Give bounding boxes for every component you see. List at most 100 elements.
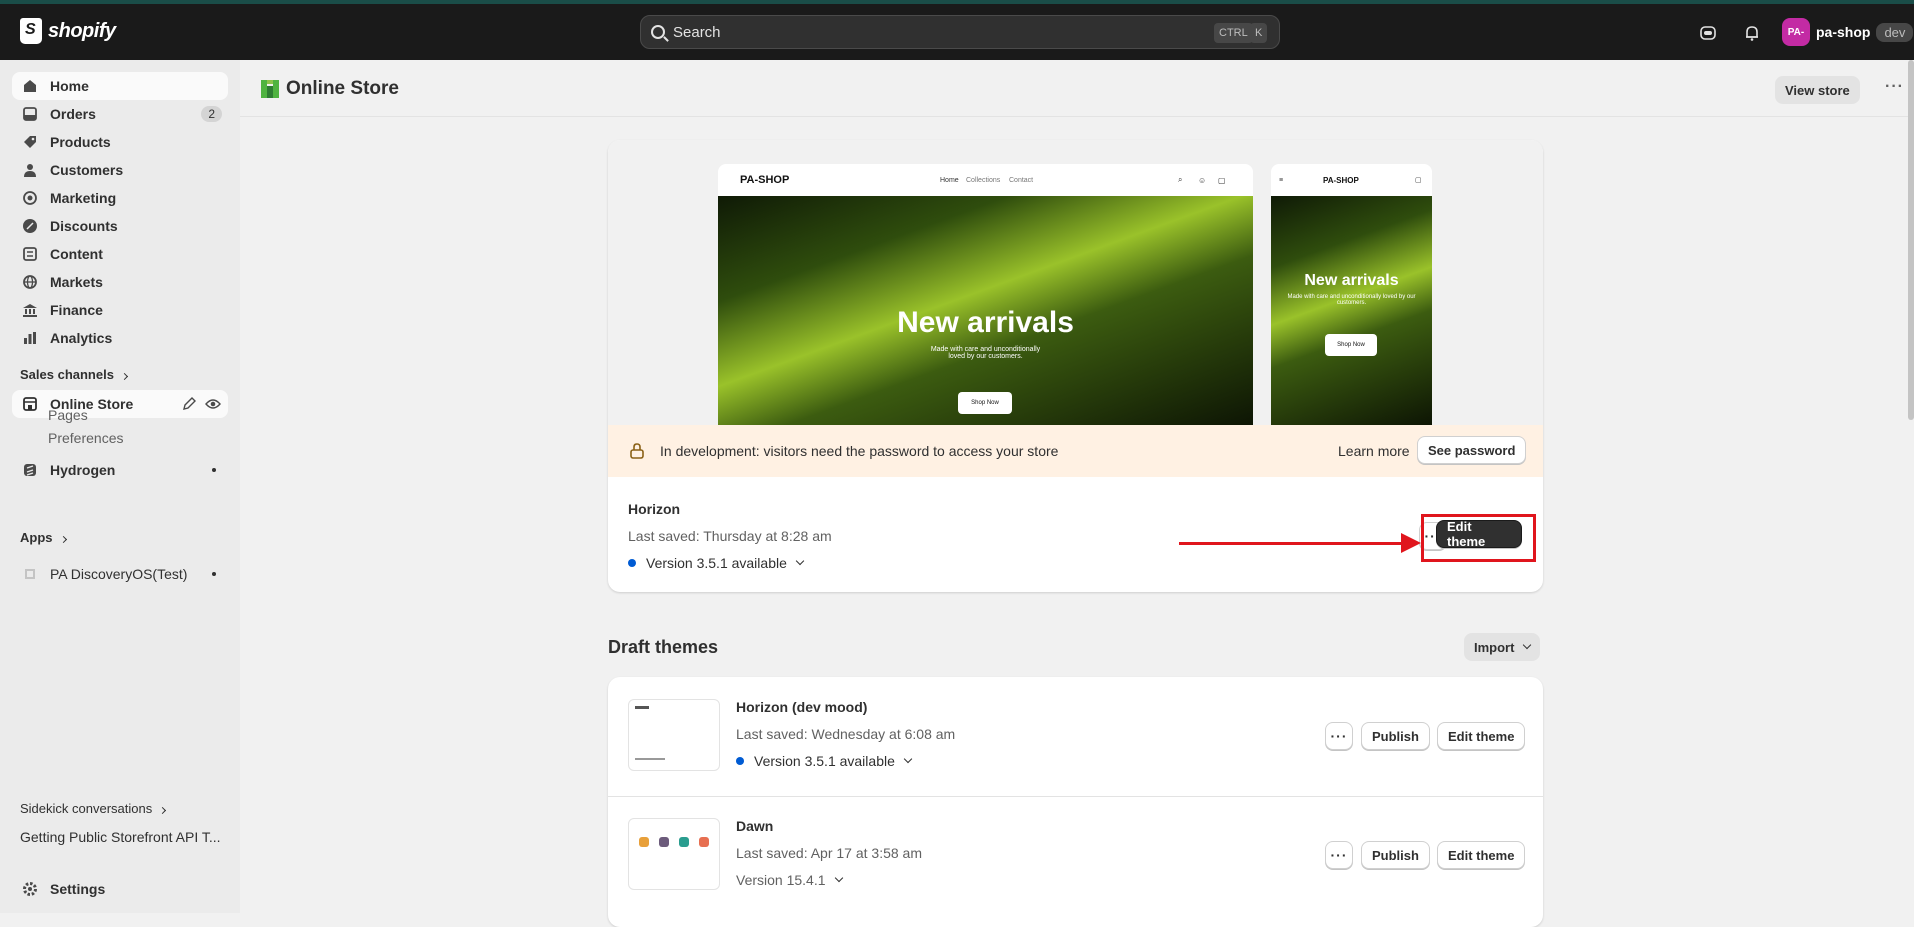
theme-thumbnail	[628, 699, 720, 771]
apps-heading[interactable]: Apps	[20, 530, 67, 545]
publish-button[interactable]: Publish	[1361, 841, 1430, 869]
store-nav-contact: Contact	[1009, 176, 1034, 184]
mobile-preview: ≡ PA-SHOP ▢ New arrivals Made with care …	[1271, 164, 1432, 425]
sidebar-item-content[interactable]: Content	[12, 240, 228, 268]
draft-theme-more-button[interactable]: ···	[1325, 722, 1353, 750]
draft-themes-heading: Draft themes	[608, 637, 719, 657]
search-placeholder: Search	[673, 23, 721, 41]
sidekick-conversation-item[interactable]: Getting Public Storefront API T...	[20, 829, 221, 845]
annotation-arrow-head	[1401, 533, 1421, 553]
update-dot-icon	[736, 757, 744, 765]
hero-title: New arrivals	[897, 306, 1074, 339]
home-icon	[24, 80, 36, 92]
target-icon	[23, 191, 37, 205]
theme-preview[interactable]: PA-SHOP Home Collections Contact ⌕ ☺ ▢ N…	[608, 140, 1543, 425]
annotation-arrow-line	[1179, 542, 1411, 545]
status-dot	[212, 468, 216, 472]
search-icon	[651, 25, 665, 39]
shopify-logo[interactable]: shopify	[20, 18, 116, 44]
sidebar: Home Orders 2 Products Customers Marketi…	[0, 60, 240, 913]
sidebar-item-analytics[interactable]: Analytics	[12, 324, 228, 352]
search-input[interactable]: Search CTRL K	[640, 15, 1280, 49]
bell-icon[interactable]	[1743, 24, 1761, 42]
sidebar-item-hydrogen[interactable]: Hydrogen	[12, 456, 228, 484]
mobile-store-header: ≡ PA-SHOP ▢	[1271, 164, 1432, 196]
main-content: Online Store View store ··· PA-SHOP Home…	[240, 60, 1914, 927]
pencil-icon[interactable]	[182, 397, 196, 411]
shop-name: pa-shop	[1816, 24, 1871, 40]
eye-icon[interactable]	[205, 397, 221, 411]
desktop-preview: PA-SHOP Home Collections Contact ⌕ ☺ ▢ N…	[718, 164, 1253, 425]
import-button[interactable]: Import	[1464, 633, 1541, 661]
edit-theme-button[interactable]: Edit theme	[1437, 841, 1526, 869]
see-password-button[interactable]: See password	[1417, 436, 1527, 464]
sidebar-subitem-pages[interactable]: Pages	[48, 407, 88, 423]
chevron-down-icon	[795, 556, 805, 566]
banner-text: In development: visitors need the passwo…	[660, 443, 1059, 459]
sidebar-item-app[interactable]: PA DiscoveryOS(Test)	[12, 560, 228, 588]
sidebar-item-label: Analytics	[50, 330, 113, 346]
store-account-icon: ☺	[1198, 175, 1207, 185]
store-header: PA-SHOP Home Collections Contact ⌕ ☺ ▢	[718, 164, 1253, 196]
learn-more-link[interactable]: Learn more	[1338, 443, 1410, 459]
password-banner: In development: visitors need the passwo…	[608, 425, 1543, 477]
sidebar-item-label: Customers	[50, 162, 124, 178]
draft-theme-saved: Last saved: Wednesday at 6:08 am	[736, 726, 956, 742]
sidebar-item-orders[interactable]: Orders 2	[12, 100, 228, 128]
chevron-right-icon	[159, 806, 167, 815]
apps-label: Apps	[20, 530, 53, 545]
draft-themes-card: Horizon (dev mood) Last saved: Wednesday…	[608, 677, 1543, 927]
sidebar-item-finance[interactable]: Finance	[12, 296, 228, 324]
sidekick-label: Sidekick conversations	[20, 801, 153, 816]
sidebar-item-settings[interactable]: Settings	[12, 875, 228, 903]
draft-theme-version[interactable]: Version 3.5.1 available	[736, 753, 913, 769]
account-menu[interactable]: PA- pa-shop dev	[1782, 18, 1914, 46]
publish-button[interactable]: Publish	[1361, 722, 1430, 750]
view-store-button[interactable]: View store	[1775, 76, 1860, 104]
draft-theme-version[interactable]: Version 15.4.1	[736, 872, 843, 888]
kbd-ctrl: CTRL	[1214, 23, 1253, 43]
menu-icon: ≡	[1279, 176, 1284, 184]
sidebar-item-label: Products	[50, 134, 111, 150]
mobile-hero-subtitle: Made with care and unconditionally loved…	[1287, 294, 1416, 306]
sidebar-item-home[interactable]: Home	[12, 72, 228, 100]
mobile-store-logo: PA-SHOP	[1323, 175, 1359, 185]
globe-icon	[23, 275, 37, 289]
hero-subtitle: Made with care and unconditionally loved…	[930, 346, 1041, 360]
top-bar: shopify Search CTRL K PA- pa-shop dev	[0, 4, 1914, 60]
mobile-cart-icon: ▢	[1415, 177, 1422, 184]
draft-theme-more-button[interactable]: ···	[1325, 841, 1353, 869]
hero-shop-button: Shop Now	[958, 392, 1012, 414]
person-icon	[24, 164, 36, 177]
sidebar-item-label: Settings	[50, 881, 106, 897]
sidebar-item-discounts[interactable]: Discounts	[12, 212, 228, 240]
update-dot-icon	[628, 559, 636, 567]
sidebar-subitem-preferences[interactable]: Preferences	[48, 430, 123, 446]
current-theme-card: PA-SHOP Home Collections Contact ⌕ ☺ ▢ N…	[608, 140, 1543, 592]
orders-count-badge: 2	[201, 106, 222, 122]
shopify-bag-icon	[20, 18, 42, 44]
sales-channels-heading[interactable]: Sales channels	[20, 367, 128, 382]
sidebar-item-marketing[interactable]: Marketing	[12, 184, 228, 212]
sidebar-item-customers[interactable]: Customers	[12, 156, 228, 184]
sidekick-heading[interactable]: Sidekick conversations	[20, 801, 167, 816]
theme-thumbnail	[628, 818, 720, 890]
scrollbar[interactable]	[1908, 60, 1914, 420]
sidebar-item-online-store[interactable]: Online Store	[12, 390, 228, 418]
row-divider	[608, 796, 1543, 797]
current-theme-saved: Last saved: Thursday at 8:28 am	[628, 528, 832, 544]
store-nav-home: Home	[940, 176, 959, 184]
orders-icon	[23, 107, 37, 121]
draft-theme-name: Horizon (dev mood)	[736, 699, 868, 715]
more-actions-icon[interactable]: ···	[1885, 78, 1904, 96]
sidebar-item-markets[interactable]: Markets	[12, 268, 228, 296]
online-store-icon	[261, 80, 279, 98]
storefront-icon	[23, 397, 37, 411]
current-theme-version[interactable]: Version 3.5.1 available	[628, 555, 805, 571]
sidebar-item-products[interactable]: Products	[12, 128, 228, 156]
sidebar-item-label: Content	[50, 246, 103, 262]
chevron-right-icon	[59, 535, 67, 544]
bank-icon	[23, 304, 37, 317]
sidekick-icon[interactable]	[1699, 24, 1717, 42]
edit-theme-button[interactable]: Edit theme	[1437, 722, 1526, 750]
